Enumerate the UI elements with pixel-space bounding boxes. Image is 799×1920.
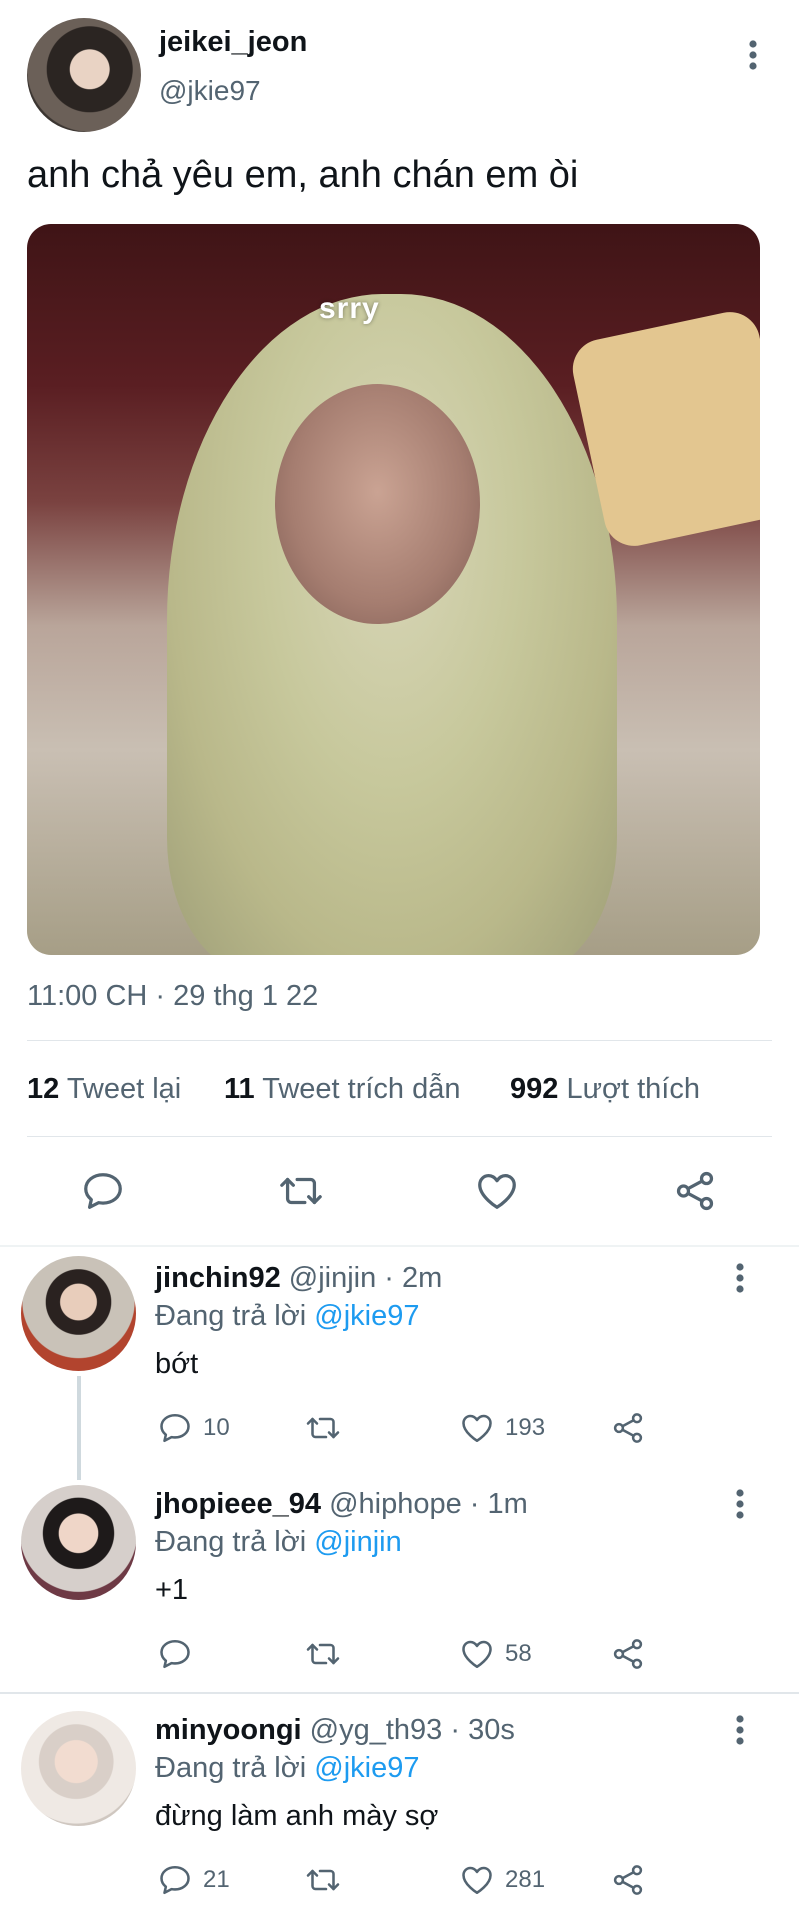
replying-to: Đang trả lời @jkie97 xyxy=(155,1752,419,1785)
divider xyxy=(27,1040,772,1041)
reply-meta: @hiphope · 1m xyxy=(329,1488,528,1520)
reply-action-retweet[interactable] xyxy=(304,1636,352,1672)
reply-icon xyxy=(160,1865,190,1895)
share-button[interactable] xyxy=(672,1168,718,1214)
likes-label: Lượt thích xyxy=(566,1073,700,1105)
author-avatar[interactable] xyxy=(27,18,141,132)
section-divider xyxy=(0,1692,799,1694)
replying-to-handle[interactable]: @jinjin xyxy=(314,1526,401,1558)
retweets-count: 12 xyxy=(27,1073,60,1105)
reply-count: 10 xyxy=(203,1414,230,1441)
like-count: 281 xyxy=(505,1866,546,1893)
replying-to-handle[interactable]: @jkie97 xyxy=(314,1300,419,1332)
reply-button[interactable] xyxy=(80,1168,126,1214)
reply-icon xyxy=(160,1639,190,1669)
reply-display-name[interactable]: jinchin92 xyxy=(155,1262,281,1294)
reply-action-reply[interactable] xyxy=(157,1636,203,1672)
reply-more-button[interactable] xyxy=(720,1484,760,1524)
replying-to: Đang trả lời @jinjin xyxy=(155,1526,402,1559)
retweet-icon xyxy=(280,1177,322,1205)
reply-icon xyxy=(160,1413,190,1443)
media-caption: srry xyxy=(319,292,380,325)
heart-icon xyxy=(478,1174,516,1209)
reply-action-like[interactable]: 281 xyxy=(459,1862,545,1898)
author-display-name[interactable]: jeikei_jeon xyxy=(159,26,307,59)
reply-meta: @yg_th93 · 30s xyxy=(309,1714,515,1746)
reply-action-reply[interactable]: 21 xyxy=(157,1862,230,1898)
divider xyxy=(27,1136,772,1137)
replying-to-prefix: Đang trả lời xyxy=(155,1752,307,1784)
reply-avatar[interactable] xyxy=(21,1485,136,1600)
reply-more-button[interactable] xyxy=(720,1258,760,1298)
reply-text: +1 xyxy=(155,1574,189,1606)
heart-icon xyxy=(462,1866,492,1895)
replying-to: Đang trả lời @jkie97 xyxy=(155,1300,419,1333)
retweet-button[interactable] xyxy=(277,1168,325,1214)
like-button[interactable] xyxy=(474,1168,520,1214)
reply-more-button[interactable] xyxy=(720,1710,760,1750)
reply-display-name[interactable]: minyoongi xyxy=(155,1714,302,1746)
quotes-label: Tweet trích dẫn xyxy=(262,1073,461,1105)
tweet-media-image[interactable]: srry xyxy=(27,224,760,955)
retweet-icon xyxy=(306,1643,340,1665)
reply-action-like[interactable]: 58 xyxy=(459,1636,532,1672)
share-icon xyxy=(613,1865,643,1895)
tweet-text: anh chả yêu em, anh chán em òi xyxy=(27,154,579,196)
reply-count: 21 xyxy=(203,1866,230,1893)
reply-text: đừng làm anh mày sợ xyxy=(155,1800,439,1832)
replying-to-handle[interactable]: @jkie97 xyxy=(314,1752,419,1784)
reply-header: minyoongi @yg_th93 · 30s xyxy=(155,1714,515,1747)
reply-action-retweet[interactable] xyxy=(304,1862,352,1898)
like-count: 193 xyxy=(505,1414,546,1441)
retweets-label: Tweet lại xyxy=(66,1073,182,1105)
reply-header: jhopieee_94 @hiphope · 1m xyxy=(155,1488,528,1521)
reply-action-share[interactable] xyxy=(610,1410,646,1446)
quotes-stat[interactable]: 11 Tweet trích dẫn xyxy=(224,1073,461,1106)
more-vertical-icon xyxy=(736,1263,744,1293)
reply-avatar[interactable] xyxy=(21,1711,136,1826)
reply-action-reply[interactable]: 10 xyxy=(157,1410,230,1446)
replying-to-prefix: Đang trả lời xyxy=(155,1526,307,1558)
reply-icon xyxy=(84,1173,122,1209)
quotes-count: 11 xyxy=(224,1073,255,1105)
media-face xyxy=(275,384,480,624)
heart-icon xyxy=(462,1640,492,1669)
tweet-timestamp[interactable]: 11:00 CH · 29 thg 1 22 xyxy=(27,980,318,1013)
author-handle[interactable]: @jkie97 xyxy=(159,75,261,107)
more-vertical-icon xyxy=(749,40,757,70)
retweet-icon xyxy=(306,1869,340,1891)
reply-action-like[interactable]: 193 xyxy=(459,1410,545,1446)
reply-action-share[interactable] xyxy=(610,1636,646,1672)
reply-avatar[interactable] xyxy=(21,1256,136,1371)
like-count: 58 xyxy=(505,1640,532,1667)
reply-meta: @jinjin · 2m xyxy=(288,1262,443,1294)
thread-connector xyxy=(77,1376,81,1480)
reply-action-retweet[interactable] xyxy=(304,1410,352,1446)
heart-icon xyxy=(462,1414,492,1443)
likes-stat[interactable]: 992 Lượt thích xyxy=(510,1073,700,1106)
replying-to-prefix: Đang trả lời xyxy=(155,1300,307,1332)
reply-header: jinchin92 @jinjin · 2m xyxy=(155,1262,442,1295)
more-vertical-icon xyxy=(736,1489,744,1519)
share-icon xyxy=(613,1413,643,1443)
tweet-more-button[interactable] xyxy=(733,35,773,75)
reply-action-share[interactable] xyxy=(610,1862,646,1898)
section-divider xyxy=(0,1245,799,1247)
retweet-icon xyxy=(306,1417,340,1439)
reply-display-name[interactable]: jhopieee_94 xyxy=(155,1488,321,1520)
retweets-stat[interactable]: 12 Tweet lại xyxy=(27,1073,181,1106)
share-icon xyxy=(613,1639,643,1669)
likes-count: 992 xyxy=(510,1073,559,1105)
more-vertical-icon xyxy=(736,1715,744,1745)
share-icon xyxy=(676,1171,714,1211)
reply-text: bớt xyxy=(155,1348,199,1380)
